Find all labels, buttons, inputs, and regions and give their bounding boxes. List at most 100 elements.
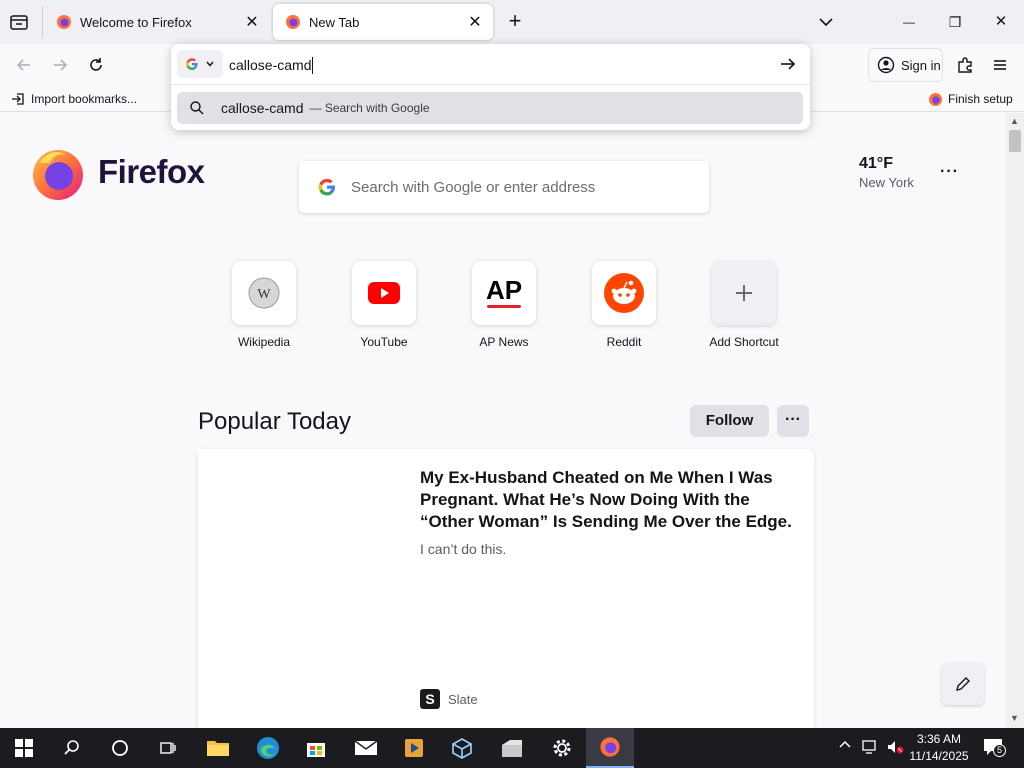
weather-widget[interactable]: 41°F New York: [859, 155, 914, 190]
firefox-taskbar-icon[interactable]: [586, 728, 634, 768]
finish-setup-button[interactable]: Finish setup: [928, 90, 1013, 108]
search-engine-selector[interactable]: [177, 50, 223, 78]
svg-text:AP: AP: [486, 275, 522, 305]
google-icon: [317, 177, 337, 197]
notifications-icon[interactable]: 5: [983, 738, 1006, 758]
account-icon: [877, 56, 895, 74]
shortcut-label: YouTube: [360, 335, 408, 349]
tab-new-tab[interactable]: New Tab ✕: [273, 4, 493, 40]
import-bookmarks-label: Import bookmarks...: [31, 92, 138, 106]
clock-date: 11/14/2025: [909, 749, 969, 763]
firefox-icon: [928, 92, 943, 107]
weather-temperature: 41°F: [859, 155, 893, 172]
shortcut-ap-news[interactable]: AP AP News: [444, 261, 564, 349]
shortcut-reddit[interactable]: Reddit: [564, 261, 684, 349]
reload-button[interactable]: [81, 50, 111, 80]
svg-text:W: W: [257, 287, 271, 302]
finish-setup-label: Finish setup: [948, 92, 1013, 106]
page-scrollbar[interactable]: ▲ ▼: [1006, 113, 1024, 728]
story-card[interactable]: My Ex-Husband Cheated on Me When I Was P…: [198, 449, 814, 728]
google-icon: [185, 57, 199, 71]
go-arrow-icon[interactable]: [778, 54, 798, 74]
sign-in-label: Sign in: [901, 57, 941, 73]
shortcut-label: Wikipedia: [237, 335, 291, 349]
pencil-icon: [953, 674, 973, 694]
settings-gear-icon[interactable]: [538, 728, 586, 768]
follow-button[interactable]: Follow: [690, 405, 769, 437]
network-icon[interactable]: [862, 739, 880, 755]
file-explorer-icon[interactable]: [194, 728, 242, 768]
sign-in-button[interactable]: Sign in: [868, 48, 943, 82]
content-search-placeholder: Search with Google or enter address: [351, 178, 596, 196]
tab-strip: Welcome to Firefox ✕ New Tab ✕ + — ❐ ✕: [0, 0, 1024, 44]
section-options-button[interactable]: ···: [777, 405, 809, 437]
windows-start-icon[interactable]: [0, 728, 48, 768]
tab-divider: [42, 6, 43, 38]
tab-list-icon[interactable]: [8, 11, 32, 33]
wikipedia-icon: W: [232, 261, 296, 325]
mail-icon[interactable]: [342, 728, 390, 768]
extensions-icon[interactable]: [950, 50, 980, 80]
back-button[interactable]: [9, 50, 39, 80]
clock[interactable]: 3:36 AM 11/14/2025: [906, 731, 972, 765]
suggestion-query: callose-camd: [221, 100, 304, 116]
firefox-logo: [30, 145, 86, 201]
shortcut-wikipedia[interactable]: W Wikipedia: [204, 261, 324, 349]
search-suggestion-row[interactable]: callose-camd — Search with Google: [177, 92, 803, 124]
plus-icon: [712, 261, 776, 325]
notification-badge: 5: [993, 744, 1006, 757]
urlbar-input[interactable]: callose-camd: [229, 54, 769, 76]
tab-label: Welcome to Firefox: [80, 14, 192, 30]
menu-icon[interactable]: [985, 50, 1015, 80]
media-player-icon[interactable]: [390, 728, 438, 768]
ap-news-icon: AP: [472, 261, 536, 325]
customize-button[interactable]: [942, 663, 984, 705]
youtube-icon: [352, 261, 416, 325]
close-tab-icon[interactable]: ✕: [240, 10, 264, 34]
shortcut-youtube[interactable]: YouTube: [324, 261, 444, 349]
app-installer-icon[interactable]: [488, 728, 536, 768]
clock-time: 3:36 AM: [916, 732, 962, 746]
story-excerpt: I can’t do this.: [420, 541, 507, 557]
story-source-label: Slate: [448, 691, 478, 707]
task-view-icon[interactable]: [144, 728, 192, 768]
close-tab-icon[interactable]: ✕: [463, 10, 487, 34]
minimize-button[interactable]: —: [896, 12, 922, 32]
forward-button[interactable]: [45, 50, 75, 80]
cortana-icon[interactable]: [96, 728, 144, 768]
weather-options-icon[interactable]: ···: [940, 163, 959, 181]
chevron-down-icon: [205, 59, 215, 69]
text-caret: [312, 56, 314, 74]
tab-label: New Tab: [309, 14, 360, 30]
show-hidden-icons[interactable]: [838, 738, 854, 758]
urlbar-dropdown: callose-camd callose-camd — Search with …: [171, 44, 810, 130]
shortcut-label: AP News: [479, 335, 529, 349]
add-shortcut-button[interactable]: Add Shortcut: [684, 261, 804, 349]
import-bookmarks-button[interactable]: Import bookmarks...: [10, 90, 137, 108]
close-window-button[interactable]: ✕: [988, 12, 1014, 32]
restore-button[interactable]: ❐: [942, 12, 968, 32]
content-search-box[interactable]: Search with Google or enter address: [299, 161, 709, 213]
weather-city: New York: [859, 175, 914, 190]
import-icon: [10, 91, 26, 107]
volume-muted-icon[interactable]: [886, 739, 904, 755]
new-tab-button[interactable]: +: [503, 9, 527, 33]
story-title: My Ex-Husband Cheated on Me When I Was P…: [420, 468, 792, 531]
search-icon[interactable]: [48, 728, 96, 768]
search-icon: [189, 100, 205, 116]
scrollbar-thumb[interactable]: [1009, 130, 1021, 152]
scroll-down-arrow[interactable]: ▼: [1010, 713, 1019, 723]
tab-welcome[interactable]: Welcome to Firefox ✕: [44, 4, 270, 40]
chevron-down-icon[interactable]: [816, 12, 836, 32]
new-tab-page: Firefox Search with Google or enter addr…: [0, 113, 1006, 728]
urlbar-value: callose-camd: [229, 57, 312, 73]
firefox-icon: [56, 14, 72, 30]
edge-icon[interactable]: [244, 728, 292, 768]
microsoft-store-icon[interactable]: [292, 728, 340, 768]
slate-icon: S: [420, 689, 440, 709]
suggestion-action: — Search with Google: [309, 101, 430, 115]
3d-viewer-icon[interactable]: [438, 728, 486, 768]
firefox-icon: [285, 14, 301, 30]
scroll-up-arrow[interactable]: ▲: [1010, 116, 1019, 126]
shortcut-label: Reddit: [606, 335, 642, 349]
